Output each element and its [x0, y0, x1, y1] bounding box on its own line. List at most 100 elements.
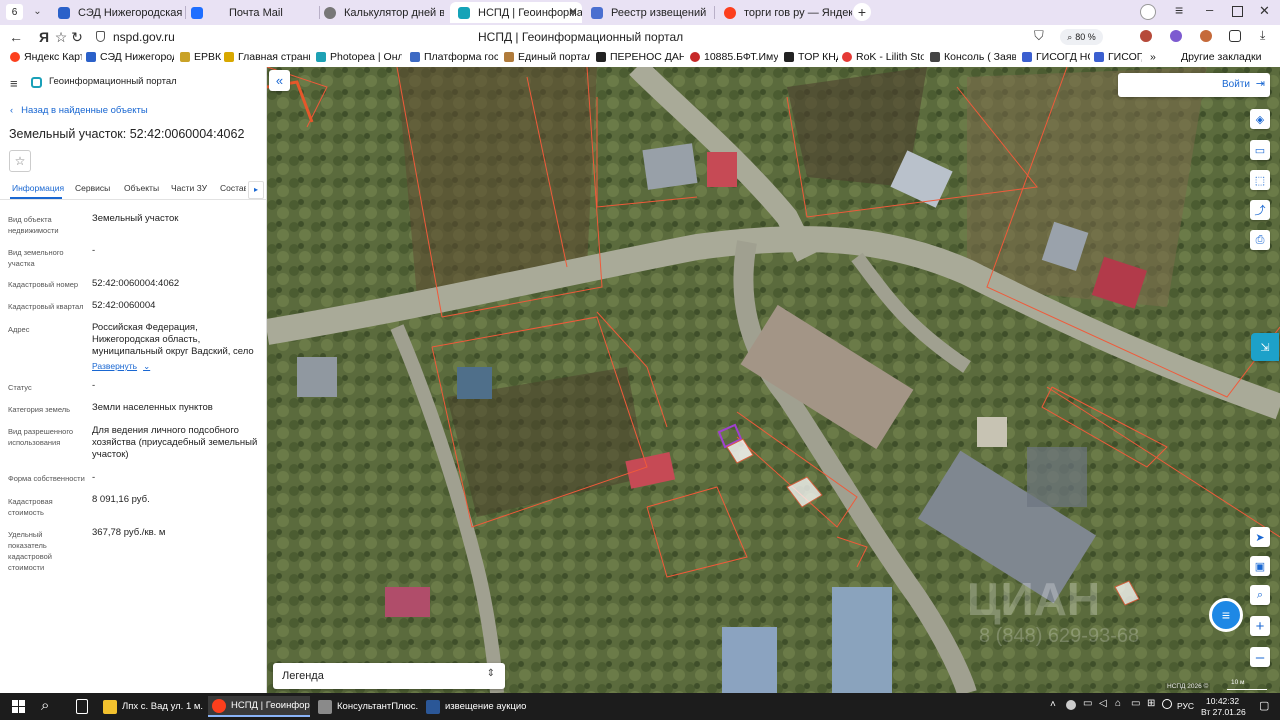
search-location-icon[interactable]: ⌕: [1250, 585, 1270, 605]
taskbar-app-label: извещение аукцио...: [445, 701, 526, 712]
ext-icon-3[interactable]: [1200, 30, 1212, 42]
taskbar-app-browser[interactable]: НСПД | Геоинфор...: [208, 696, 310, 717]
security-shield-icon[interactable]: [96, 31, 105, 42]
bookmark-item[interactable]: RoK - Lilith Store: [842, 51, 924, 63]
tray-icon-5[interactable]: [1162, 699, 1172, 709]
tab-label: Части ЗУ: [171, 183, 208, 193]
print-icon[interactable]: ⎙: [1250, 230, 1270, 250]
taskbar-app-explorer[interactable]: Лпх с. Вад ул. 1 м...: [103, 696, 203, 717]
bookmark-item[interactable]: 10885.БФТ.Имущ: [690, 51, 778, 63]
input-language[interactable]: РУС: [1177, 701, 1194, 711]
search-icon[interactable]: ⌕: [41, 697, 49, 714]
url-field[interactable]: nspd.gov.ru: [113, 30, 175, 44]
tab-close-icon[interactable]: ✕: [568, 5, 578, 19]
bookmark-item[interactable]: СЭД Нижегородс: [86, 51, 174, 63]
tray-icon-2[interactable]: ⌂: [1115, 698, 1121, 709]
clock-date[interactable]: Вт 27.01.26: [1201, 707, 1246, 717]
tab-services[interactable]: Сервисы: [75, 183, 110, 193]
downloads-icon[interactable]: [1140, 4, 1156, 20]
legend-dropdown[interactable]: Легенда ⇕: [273, 663, 505, 689]
map-imagery[interactable]: [267, 67, 1280, 693]
side-widget-icon[interactable]: ⇲: [1251, 333, 1279, 361]
basemap-icon[interactable]: ▣: [1250, 556, 1270, 576]
sed-favicon-icon: [58, 6, 70, 19]
bookmark-item[interactable]: Единый портал п: [504, 51, 590, 63]
reload-icon[interactable]: ↻: [68, 29, 86, 46]
bookmark-favicon-icon: [224, 52, 234, 62]
ruler-icon[interactable]: ▭: [1250, 140, 1270, 160]
bookmark-item[interactable]: ГИСОГД НО: [1022, 51, 1090, 63]
tab-registry[interactable]: Реестр извещений: [591, 2, 709, 23]
bookmark-item[interactable]: ЕРВК: [180, 51, 222, 63]
close-window-icon[interactable]: ✕: [1259, 3, 1270, 19]
bookmark-item[interactable]: Консоль ( Заявлен: [930, 51, 1016, 63]
other-bookmarks-button[interactable]: Другие закладки: [1181, 51, 1276, 63]
restore-icon[interactable]: [1232, 6, 1243, 17]
taskbar-app-word[interactable]: извещение аукцио...: [426, 696, 526, 717]
tab-label: Почта Mail: [229, 6, 283, 19]
minimize-icon[interactable]: –: [1206, 2, 1213, 17]
tab-objects[interactable]: Объекты: [124, 183, 159, 193]
bookmark-star-icon[interactable]: ⛉: [1034, 28, 1044, 44]
bookmark-item[interactable]: ГИСОГД: [1094, 51, 1142, 63]
bookmarks-more-button[interactable]: »: [1150, 51, 1160, 63]
tray-icon-4[interactable]: ⊞: [1147, 698, 1155, 709]
expand-link[interactable]: Развернуть ⌄: [92, 361, 150, 372]
favorite-star-icon[interactable]: ☆: [9, 150, 31, 172]
tray-icon-3[interactable]: ▭: [1131, 698, 1140, 709]
calculator-app-icon[interactable]: [76, 699, 88, 714]
downloads-arrow-icon[interactable]: ⤓: [1260, 28, 1265, 43]
tab-counter[interactable]: 6: [6, 4, 23, 20]
tab-composition[interactable]: Состав: [220, 183, 246, 193]
layers-icon[interactable]: ◈: [1250, 109, 1270, 129]
notifications-icon[interactable]: ▢: [1259, 699, 1269, 712]
portal-title[interactable]: Геоинформационный портал: [49, 76, 177, 87]
tab-calculator[interactable]: Калькулятор дней в перио: [324, 2, 444, 23]
satellite-map[interactable]: ЦИАН 8 (848) 629-93-68 « Войти ⇥ ◈ ▭ ⬚ ⤴…: [267, 67, 1280, 693]
windows-start-icon[interactable]: [12, 700, 25, 713]
tray-chevron-icon[interactable]: ˄: [1050, 699, 1056, 710]
zoom-icon: ⌕: [1067, 31, 1073, 42]
field-label: Форма собственности: [8, 474, 85, 483]
tabs-scroll-right-icon[interactable]: ▸: [248, 181, 264, 199]
clock-time[interactable]: 10:42:32: [1206, 696, 1239, 706]
tab-list-chevron-icon[interactable]: ⌄: [29, 4, 46, 20]
new-tab-plus-icon[interactable]: +: [853, 3, 871, 21]
windows-taskbar: ⌕ Лпх с. Вад ул. 1 м... НСПД | Геоинфор.…: [0, 693, 1280, 720]
tray-app-icon[interactable]: [1066, 700, 1076, 710]
menu-icon[interactable]: ≡: [1175, 2, 1183, 18]
taskbar-app-consultant[interactable]: КонсультантПлюс...: [318, 696, 418, 717]
volume-icon[interactable]: ◁: [1099, 698, 1107, 709]
ext-icon-4[interactable]: [1229, 30, 1241, 42]
select-area-icon[interactable]: ⬚: [1250, 170, 1270, 190]
bookmark-label: Яндекс Карты: [24, 51, 82, 63]
bookmark-item[interactable]: Платформа госуд: [410, 51, 498, 63]
yandex-button-icon[interactable]: Я: [35, 29, 53, 45]
zoom-out-icon[interactable]: –: [1250, 647, 1270, 667]
bookmark-item[interactable]: ПЕРЕНОС ДАННЫ: [596, 51, 684, 63]
tab-sed[interactable]: СЭД Нижегородская обл: [58, 2, 182, 23]
ext-icon-2[interactable]: [1170, 30, 1182, 42]
chat-support-icon[interactable]: ≡: [1209, 598, 1243, 632]
geolocation-icon[interactable]: ➤: [1250, 527, 1270, 547]
bookmark-item[interactable]: Главная страница: [224, 51, 310, 63]
tab-mail[interactable]: Почта Mail: [191, 2, 315, 23]
login-bar[interactable]: Войти ⇥: [1118, 73, 1270, 97]
zoom-indicator[interactable]: ⌕ 80 %: [1060, 29, 1103, 45]
share-icon[interactable]: ⤴: [1250, 200, 1270, 220]
bookmark-item[interactable]: Photopea | Онлайн: [316, 51, 402, 63]
zoom-in-icon[interactable]: +: [1250, 616, 1270, 636]
collapse-panel-icon[interactable]: «: [269, 70, 290, 91]
tab-parts[interactable]: Части ЗУ: [171, 183, 207, 193]
bookmark-item[interactable]: Яндекс Карты: [10, 51, 82, 63]
tab-nspd[interactable]: НСПД | Геоинформаци ✕: [450, 2, 582, 23]
network-icon[interactable]: ▭: [1083, 698, 1092, 709]
tab-yandex-search[interactable]: торги гов ру — Яндекс: на: [724, 2, 852, 23]
hamburger-menu-icon[interactable]: ≡: [10, 76, 18, 91]
tab-information[interactable]: Информация: [12, 183, 64, 193]
ext-icon-1[interactable]: [1140, 30, 1152, 42]
bookmark-item[interactable]: TOP КНД: [784, 51, 838, 63]
yandex-browser-icon: [212, 698, 226, 713]
back-arrow-icon[interactable]: ←: [7, 29, 25, 45]
back-link[interactable]: ‹ Назад в найденные объекты: [10, 105, 148, 116]
